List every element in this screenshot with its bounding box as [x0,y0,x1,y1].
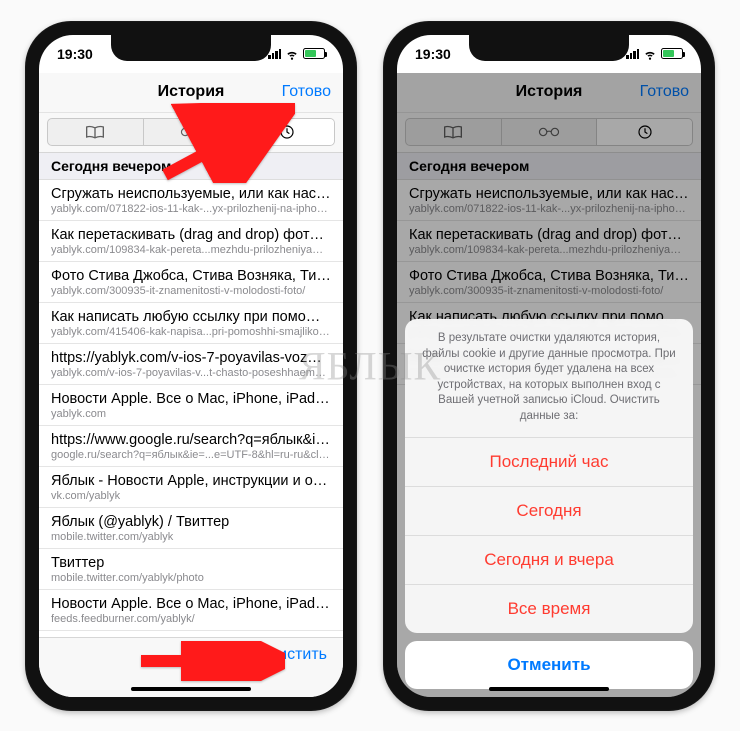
history-row[interactable]: Как написать любую ссылку при помощи см.… [39,303,343,344]
history-url: google.ru/search?q=яблык&ie=...e=UTF-8&h… [51,449,331,461]
status-time: 19:30 [57,46,93,62]
status-time: 19:30 [415,46,451,62]
history-url: yablyk.com/v-ios-7-poyavilas-v...t-chast… [51,367,331,379]
sheet-cancel-button[interactable]: Отменить [405,641,693,689]
history-title: Фото Стива Джобса, Стива Возняка, Тима К… [51,268,331,284]
notch [469,35,629,61]
phone-right: 19:30 История Готово [383,21,715,711]
arrow-annotation [155,103,295,183]
tab-bookmarks[interactable] [48,119,144,145]
history-title: https://www.google.ru/search?q=яблык&ie=… [51,432,331,448]
wifi-icon [643,49,657,59]
home-indicator [131,687,251,691]
history-row[interactable]: https://www.google.ru/search?q=яблык&ie=… [39,426,343,467]
history-title: https://yablyk.com/v-ios-7-poyavilas-voz… [51,350,331,366]
history-title: Яблык - Новости Apple, инструкции и обзо… [51,473,331,489]
history-row[interactable]: Фото Стива Джобса, Стива Возняка, Тима К… [39,262,343,303]
history-url: yablyk.com/415406-kak-napisa...pri-pomos… [51,326,331,338]
sheet-option-today-yesterday[interactable]: Сегодня и вчера [405,536,693,585]
history-row[interactable]: Новости Apple. Все о Mac, iPhone, iPad, … [39,590,343,631]
history-row[interactable]: Новости Apple. Все о Mac, iPhone, iPad, … [39,385,343,426]
action-sheet: В результате очистки удаляются история, … [397,319,701,696]
history-row[interactable]: Сгружать неиспользуемые, или как настрои… [39,180,343,221]
history-url: mobile.twitter.com/yablyk/photo [51,572,331,584]
history-row[interactable]: Как перетаскивать (drag and drop) фото, … [39,221,343,262]
arrow-annotation [135,641,285,681]
screen: 19:30 История Готово [397,35,701,697]
history-title: Как перетаскивать (drag and drop) фото, … [51,227,331,243]
history-url: yablyk.com [51,408,331,420]
book-icon [85,124,105,140]
history-list[interactable]: Сгружать неиспользуемые, или как настрои… [39,180,343,637]
history-row[interactable]: Твиттерmobile.twitter.com/yablyk/photo [39,549,343,590]
status-right [268,48,325,59]
history-url: yablyk.com/071822-ios-11-kak-...yx-prilo… [51,203,331,215]
battery-icon [661,48,683,59]
history-url: feeds.feedburner.com/yablyk/ [51,613,331,625]
history-row[interactable]: Яблык (@yablyk) / Твиттерmobile.twitter.… [39,508,343,549]
sheet-option-all[interactable]: Все время [405,585,693,633]
history-title: Новости Apple. Все о Mac, iPhone, iPad, … [51,391,331,407]
history-url: yablyk.com/300935-it-znamenitosti-v-molo… [51,285,331,297]
phone-left: 19:30 История Готово [25,21,357,711]
history-title: Новости Apple. Все о Mac, iPhone, iPad, … [51,596,331,612]
history-title: Как написать любую ссылку при помощи см.… [51,309,331,325]
sheet-option-today[interactable]: Сегодня [405,487,693,536]
status-right [626,48,683,59]
notch [111,35,271,61]
history-title: Сгружать неиспользуемые, или как настрои… [51,186,331,202]
done-button[interactable]: Готово [282,83,331,101]
history-url: mobile.twitter.com/yablyk [51,531,331,543]
sheet-option-last-hour[interactable]: Последний час [405,438,693,487]
wifi-icon [285,49,299,59]
history-row[interactable]: https://yablyk.com/v-ios-7-poyavilas-voz… [39,344,343,385]
page-title: История [158,83,225,101]
history-title: Яблык (@yablyk) / Твиттер [51,514,331,530]
battery-icon [303,48,325,59]
history-url: yablyk.com/109834-kak-pereta...mezhdu-pr… [51,244,331,256]
history-url: vk.com/yablyk [51,490,331,502]
history-title: Твиттер [51,555,331,571]
history-row[interactable]: Яблык - Новости Apple, инструкции и обзо… [39,467,343,508]
home-indicator [489,687,609,691]
sheet-message: В результате очистки удаляются история, … [405,319,693,437]
